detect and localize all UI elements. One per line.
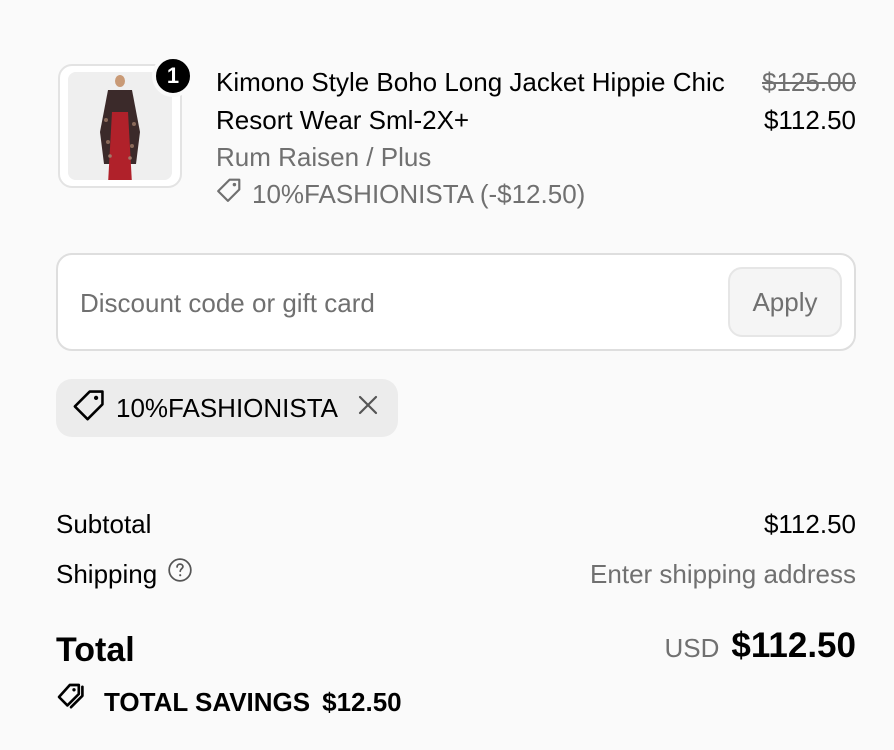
- close-icon[interactable]: [356, 393, 380, 424]
- product-title: Kimono Style Boho Long Jacket Hippie Chi…: [216, 67, 725, 135]
- discount-code-input[interactable]: [78, 279, 702, 327]
- total-label: Total: [56, 631, 135, 669]
- quantity-badge: 1: [152, 55, 194, 97]
- shipping-value: Enter shipping address: [590, 559, 856, 589]
- currency-code: USD: [664, 633, 720, 663]
- tag-icon: [216, 177, 252, 211]
- total-amount: USD $112.50: [665, 626, 857, 666]
- total-savings: TOTAL SAVINGS $12.50: [56, 682, 402, 721]
- discount-code-form: Apply: [56, 253, 856, 351]
- shipping-label-text: Shipping: [56, 559, 158, 589]
- applied-discount-code: 10%FASHIONISTA: [116, 392, 339, 423]
- apply-button[interactable]: Apply: [728, 267, 842, 337]
- line-item-discount-text: 10%FASHIONISTA (-$12.50): [252, 179, 586, 209]
- line-item-discount: 10%FASHIONISTA (-$12.50): [216, 177, 585, 211]
- subtotal-label-text: Subtotal: [56, 509, 152, 539]
- savings-value: $12.50: [322, 686, 402, 717]
- sale-price: $112.50: [763, 105, 856, 135]
- total-value: $112.50: [731, 626, 856, 665]
- original-price: $125.00: [762, 67, 856, 97]
- subtotal-value: $112.50: [763, 509, 856, 539]
- shipping-label: Shipping: [56, 557, 193, 591]
- savings-label: TOTAL SAVINGS: [104, 686, 311, 717]
- tags-icon: [56, 682, 104, 721]
- product-variant: Rum Raisen / Plus: [216, 142, 432, 172]
- subtotal-label: Subtotal: [56, 507, 151, 541]
- applied-discount-chip: 10%FASHIONISTA: [56, 379, 399, 437]
- tag-icon: [72, 388, 106, 429]
- question-circle-icon[interactable]: [167, 557, 193, 591]
